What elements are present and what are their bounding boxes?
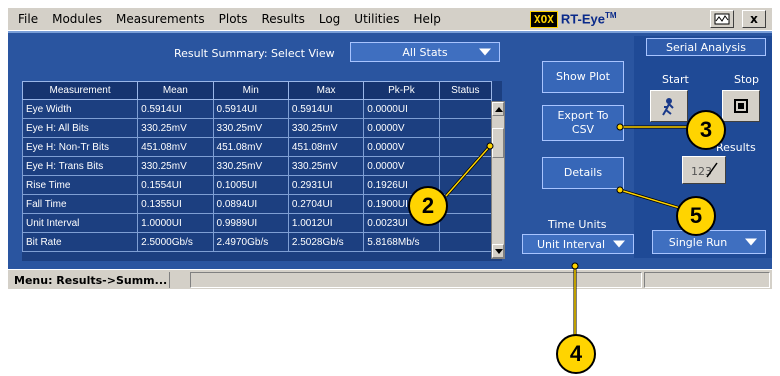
callout-5: 5 [676, 196, 716, 236]
callout-lines [444, 123, 690, 340]
callout-3: 3 [686, 110, 726, 150]
callout-4: 4 [556, 334, 596, 374]
callout-2: 2 [408, 186, 448, 226]
